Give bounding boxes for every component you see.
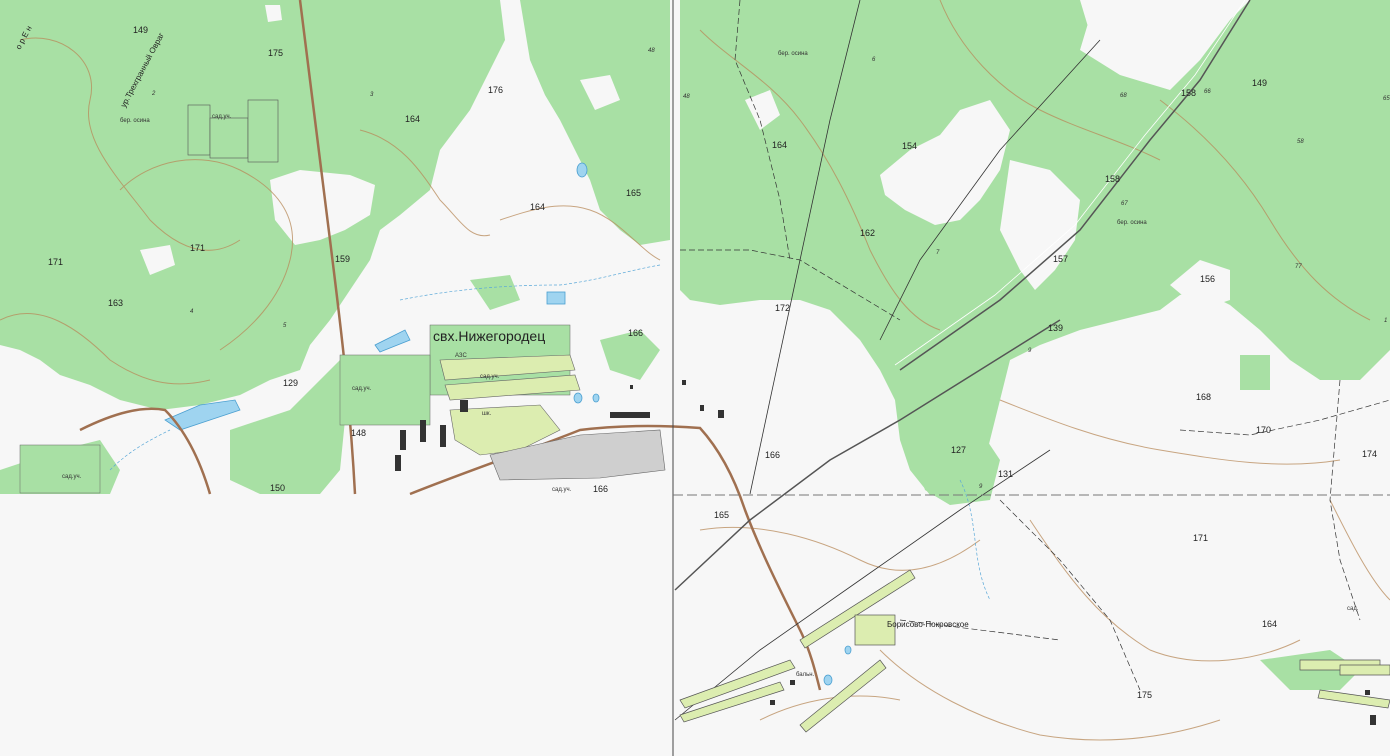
elev-label: 164	[405, 114, 420, 124]
topographic-map[interactable]: свх.Нижегородец Борисово-Покровское ур.Т…	[0, 0, 1390, 756]
elev-label: 171	[48, 257, 63, 267]
quarter-label: 48	[683, 94, 690, 100]
elev-label: 158	[1181, 88, 1196, 98]
quarter-label: 58	[1297, 139, 1304, 145]
label-hospital: бальн.	[796, 672, 815, 678]
elev-label: 165	[714, 510, 729, 520]
label-orchard-2: сад.уч.	[480, 374, 500, 380]
label-tree-2: бер. осина	[778, 51, 808, 57]
elev-label: 127	[951, 445, 966, 455]
quarter-label: 68	[1120, 93, 1127, 99]
elev-label: 170	[1256, 425, 1271, 435]
elev-label: 164	[772, 140, 787, 150]
elev-label: 158	[1105, 174, 1120, 184]
quarter-label: 48	[648, 48, 655, 54]
elev-label: 150	[270, 483, 285, 493]
elev-label: 131	[998, 469, 1013, 479]
elev-label: 159	[335, 254, 350, 264]
quarter-label: 67	[1121, 201, 1128, 207]
elev-label: 166	[628, 328, 643, 338]
quarter-label: 2	[151, 91, 156, 97]
elev-label: 149	[1252, 78, 1267, 88]
quarter-label: 1	[1384, 318, 1387, 324]
quarter-label: 77	[1295, 264, 1302, 270]
elev-label: 162	[860, 228, 875, 238]
elev-label: 175	[1137, 690, 1152, 700]
label-orchard-5: сад.уч.	[552, 487, 572, 493]
elev-label: 165	[626, 188, 641, 198]
pond-small	[576, 162, 588, 178]
elev-label: 174	[1362, 449, 1377, 459]
elev-label: 176	[488, 85, 503, 95]
elev-label: 175	[268, 48, 283, 58]
label-borisovo: Борисово-Покровское	[887, 620, 969, 629]
label-school: шк.	[482, 411, 491, 417]
elev-label: 156	[1200, 274, 1215, 284]
quarter-label: 65	[1383, 96, 1390, 102]
elev-label: 168	[1196, 392, 1211, 402]
field-southwest	[19, 444, 101, 494]
elev-label: 172	[775, 303, 790, 313]
elev-label: 157	[1053, 254, 1068, 264]
quarter-label: 66	[1204, 89, 1211, 95]
missing-tile	[0, 495, 673, 756]
elev-label: 166	[593, 484, 608, 494]
label-sad: сад.	[1347, 606, 1359, 612]
elev-label: 171	[1193, 533, 1208, 543]
elev-label: 163	[108, 298, 123, 308]
elev-label: 139	[1048, 323, 1063, 333]
label-orchard-3: сад.уч.	[352, 386, 372, 392]
label-orchard-1: сад.уч.	[212, 114, 232, 120]
elev-label: 154	[902, 141, 917, 151]
elev-label: 148	[351, 428, 366, 438]
elev-label: 149	[133, 25, 148, 35]
label-nizhegorodets: свх.Нижегородец	[433, 328, 545, 344]
pond-east	[546, 291, 566, 305]
label-tree-3: бер. осина	[1117, 220, 1147, 226]
label-tree-1: бер. осина	[120, 118, 150, 124]
elev-label: 129	[283, 378, 298, 388]
label-azs: АЗС	[455, 353, 467, 359]
elev-label: 166	[765, 450, 780, 460]
elev-label: 171	[190, 243, 205, 253]
label-orchard-4: сад.уч.	[62, 474, 82, 480]
elev-label: 164	[1262, 619, 1277, 629]
elev-label: 164	[530, 202, 545, 212]
